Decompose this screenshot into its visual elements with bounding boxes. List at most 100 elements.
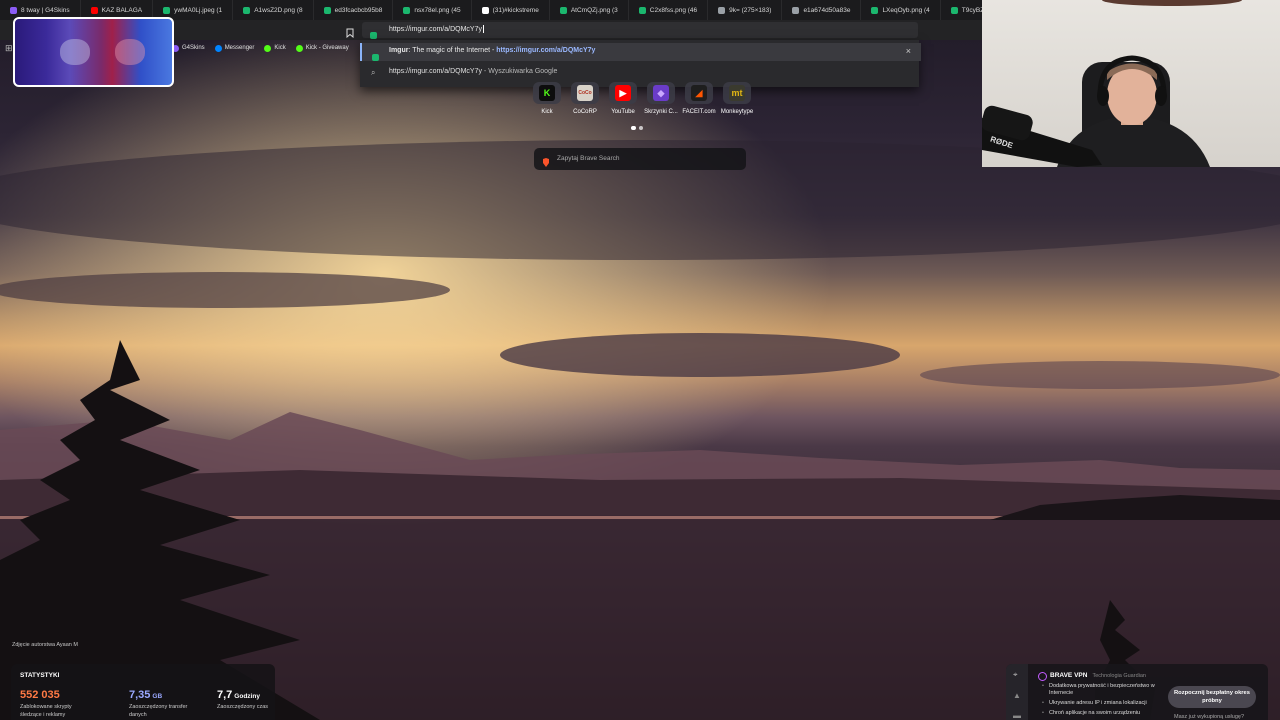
- top-site-label: YouTube: [611, 109, 635, 115]
- search-icon: ⌕: [371, 68, 376, 77]
- close-icon[interactable]: ×: [906, 46, 911, 56]
- video-thumbnail-popup[interactable]: [13, 17, 174, 87]
- location-pin-icon[interactable]: ⌖: [1013, 670, 1018, 680]
- top-site-glyph: ◆: [653, 85, 669, 101]
- tab-favicon-icon: [90, 6, 98, 14]
- shield-icon[interactable]: ▲: [1013, 691, 1021, 700]
- top-site-glyph: ◢: [691, 85, 707, 101]
- top-sites: K Kick CoCo CoCoRP ▶ YouTube ◆ Skrzynki C... ◢ FA…: [532, 82, 753, 115]
- browser-tab[interactable]: ed3fcacbcb95b8: [314, 0, 394, 20]
- bookmark-label: G4Skins: [182, 45, 205, 51]
- pager-dot[interactable]: [639, 126, 643, 130]
- bookmark-item[interactable]: Kick - Giveaway: [295, 44, 349, 52]
- omnibox-suggestions: Imgur: The magic of the Internet - https…: [360, 40, 921, 87]
- browser-tab[interactable]: C2x8fss.png (46: [629, 0, 709, 20]
- brave-lion-icon: [542, 154, 550, 172]
- top-site-label: Skrzynki C...: [644, 109, 678, 115]
- vpn-icon: [1038, 672, 1047, 681]
- menu-icon[interactable]: ▬: [1013, 711, 1021, 720]
- bookmark-label: Messenger: [224, 45, 255, 51]
- stat-desc: Zaoszczędzony czas: [217, 704, 269, 710]
- search-placeholder: Zapytaj Brave Search: [557, 155, 620, 162]
- tab-favicon-icon: [792, 6, 800, 14]
- address-bar[interactable]: https://imgur.com/a/DQMcY7y: [362, 22, 918, 39]
- tab-label: A1wsZ2D.png (8: [254, 6, 303, 14]
- tab-favicon-icon: [718, 6, 726, 14]
- suggestion-query: https://imgur.com/a/DQMcY7y: [389, 68, 482, 75]
- photo-credit[interactable]: Zdjęcie autorstwa Ayaan M: [12, 642, 78, 648]
- pager-dot-active[interactable]: [631, 126, 636, 130]
- top-site-label: FACEIT.com: [682, 109, 716, 115]
- browser-tab[interactable]: e1a674d50a83e: [782, 0, 862, 20]
- stat-unit: Godziny: [234, 693, 260, 700]
- tab-favicon-icon: [243, 6, 251, 14]
- suggestion-imgur[interactable]: Imgur: The magic of the Internet - https…: [360, 43, 921, 61]
- suggestion-source: - Wyszukiwarka Google: [481, 68, 558, 75]
- top-site-glyph: ▶: [615, 85, 631, 101]
- browser-tab[interactable]: (31)#kickstreme: [472, 0, 550, 20]
- vpn-feature: Dodatkowa prywatność i bezpieczeństwo w …: [1042, 683, 1168, 697]
- already-purchased-link[interactable]: Masz już wykupioną usługę?: [1174, 714, 1244, 720]
- vpn-tech: Technologia Guardian: [1092, 673, 1146, 679]
- address-input[interactable]: https://imgur.com/a/DQMcY7y: [389, 26, 482, 33]
- tab-favicon-icon: [481, 6, 489, 14]
- stat-value: 7,35: [129, 689, 151, 701]
- tab-label: ed3fcacbcb95b8: [334, 6, 383, 14]
- stat-value: 7,7: [217, 689, 233, 701]
- top-site-tile[interactable]: CoCo CoCoRP: [570, 82, 600, 115]
- tab-favicon-icon: [163, 6, 171, 14]
- tab-label: (31)#kickstreme: [492, 6, 539, 14]
- vpn-feature: Ukrywanie adresu IP i zmiana lokalizacji: [1042, 700, 1168, 707]
- browser-tab[interactable]: AtCmQZj.png (3: [550, 0, 629, 20]
- apps-grid-icon[interactable]: ⊞: [5, 43, 13, 54]
- suggestion-url: https://imgur.com/a/DQMcY7y: [496, 47, 596, 54]
- bookmark-item[interactable]: Kick: [264, 44, 286, 52]
- tab-label: AtCmQZj.png (3: [570, 6, 618, 14]
- browser-tab[interactable]: LXeqOyb.png (4: [861, 0, 941, 20]
- stat-bandwidth: 7,35 GB Zaoszczędzony transfer danych: [129, 689, 199, 719]
- stats-heading: STATYSTYKI: [20, 672, 60, 679]
- browser-tab[interactable]: 9k= (275×183): [708, 0, 783, 20]
- tab-label: ywMA0Lj.jpeg (1: [174, 6, 223, 14]
- stats-widget: STATYSTYKI 552 035 Zablokowane skrypty ś…: [11, 664, 275, 720]
- top-site-tile[interactable]: K Kick: [532, 82, 562, 115]
- top-site-icon: mt: [723, 82, 751, 104]
- tab-favicon-icon: [559, 6, 567, 14]
- tab-favicon-icon: [403, 6, 411, 14]
- start-trial-button[interactable]: Rozpocznij bezpłatny okres próbny: [1168, 686, 1256, 708]
- bookmark-label: Kick: [274, 45, 286, 51]
- top-site-glyph: CoCo: [577, 85, 593, 101]
- tab-favicon-icon: [10, 6, 17, 14]
- stat-desc: Zablokowane skrypty śledzące i reklamy: [20, 704, 72, 718]
- suggestion-desc: : The magic of the Internet -: [408, 47, 497, 54]
- stat-unit: GB: [152, 693, 163, 700]
- brave-search-box[interactable]: Zapytaj Brave Search: [534, 148, 746, 170]
- stat-time: 7,7 Godziny Zaoszczędzony czas: [217, 689, 287, 711]
- tab-label: nsx78el.png (45: [414, 6, 461, 14]
- top-site-tile[interactable]: ◆ Skrzynki C...: [644, 82, 678, 115]
- webcam-overlay: RØDE: [982, 0, 1280, 167]
- stat-value: 552 035: [20, 689, 60, 701]
- top-sites-pager[interactable]: [631, 126, 643, 130]
- tab-label: C2x8fss.png (46: [649, 6, 698, 14]
- bookmarks-bar: G4Skins Messenger Kick Kick - Giveaway: [172, 41, 349, 55]
- bookmark-item[interactable]: Messenger: [214, 44, 255, 52]
- top-site-icon: ▶: [609, 82, 637, 104]
- tab-label: e1a674d50a83e: [803, 6, 851, 14]
- browser-tab[interactable]: nsx78el.png (45: [393, 0, 472, 20]
- top-site-tile[interactable]: ▶ YouTube: [608, 82, 638, 115]
- tab-label: 9k= (275×183): [729, 6, 772, 14]
- top-site-icon: CoCo: [571, 82, 599, 104]
- top-site-tile[interactable]: mt Monkeytype: [721, 82, 753, 115]
- bookmark-label: Kick - Giveaway: [305, 45, 349, 51]
- tab-favicon-icon: [638, 6, 646, 14]
- suggestion-title: Imgur: [389, 47, 409, 54]
- top-site-tile[interactable]: ◢ FACEIT.com: [682, 82, 716, 115]
- tab-label: KAZ BALAGA: [101, 6, 143, 14]
- suggestion-google-search[interactable]: ⌕ https://imgur.com/a/DQMcY7y - Wyszukiw…: [360, 65, 919, 81]
- bookmark-favicon-icon: [214, 44, 222, 52]
- bookmark-favicon-icon: [295, 44, 303, 52]
- top-site-glyph: mt: [729, 85, 745, 101]
- browser-tab[interactable]: A1wsZ2D.png (8: [233, 0, 314, 20]
- bookmark-item[interactable]: G4Skins: [172, 44, 205, 52]
